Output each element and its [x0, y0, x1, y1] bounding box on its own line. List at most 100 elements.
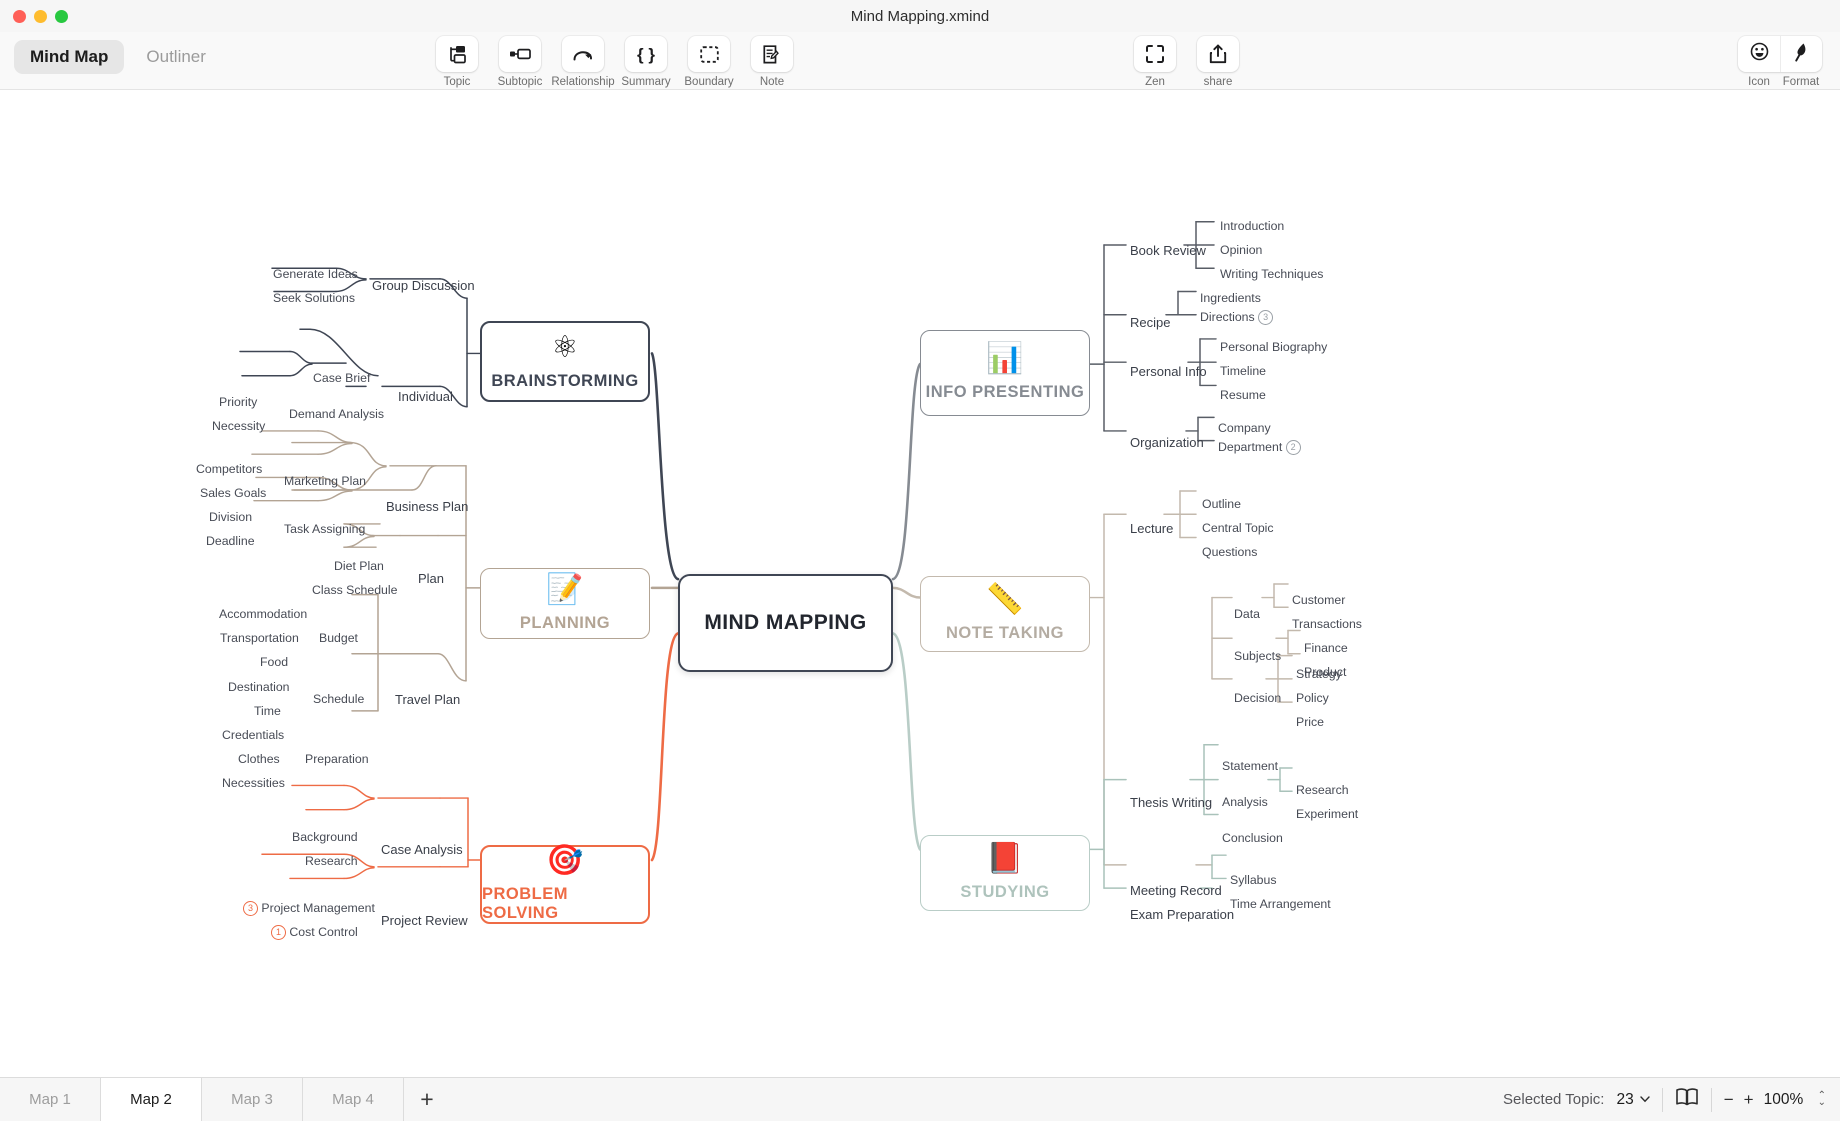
topic-individual[interactable]: Individual — [398, 390, 453, 403]
note-button[interactable]: Note — [745, 36, 799, 88]
topic-statement[interactable]: Statement — [1222, 760, 1278, 773]
topic-price[interactable]: Price — [1296, 716, 1324, 729]
map-tab-4[interactable]: Map 4 — [303, 1078, 404, 1121]
topic-business-plan[interactable]: Business Plan — [386, 500, 468, 513]
map-tab-3[interactable]: Map 3 — [202, 1078, 303, 1121]
topic-central-topic[interactable]: Central Topic — [1202, 522, 1274, 535]
topic-department[interactable]: Department 2 — [1218, 440, 1301, 455]
topic-organization[interactable]: Organization — [1130, 436, 1204, 449]
marker-count-3[interactable]: 3 — [1258, 310, 1274, 325]
topic-time-arrangement[interactable]: Time Arrangement — [1230, 898, 1331, 911]
topic-group-discussion[interactable]: Group Discussion — [372, 279, 475, 292]
format-panel-button[interactable] — [1780, 36, 1822, 72]
topic-conclusion[interactable]: Conclusion — [1222, 832, 1283, 845]
topic-data[interactable]: Data — [1234, 608, 1260, 621]
topic-priority[interactable]: Priority — [219, 396, 257, 409]
branch-note-taking[interactable]: 📏 NOTE TAKING — [920, 576, 1090, 652]
topic-sales-goals[interactable]: Sales Goals — [200, 487, 266, 500]
topic-directions[interactable]: Directions 3 — [1200, 310, 1274, 325]
topic-button[interactable]: Topic — [430, 36, 484, 88]
topic-strategy[interactable]: Strategy — [1296, 668, 1342, 681]
topic-resume[interactable]: Resume — [1220, 389, 1266, 402]
topic-timeline[interactable]: Timeline — [1220, 365, 1266, 378]
topic-division[interactable]: Division — [209, 511, 252, 524]
summary-button[interactable]: { } Summary — [619, 36, 673, 88]
zen-button[interactable]: Zen — [1128, 36, 1182, 88]
topic-decision[interactable]: Decision — [1234, 692, 1281, 705]
topic-plan[interactable]: Plan — [418, 572, 444, 585]
maximize-button[interactable] — [55, 9, 68, 23]
topic-destination[interactable]: Destination — [228, 681, 290, 694]
topic-class-schedule[interactable]: Class Schedule — [312, 584, 397, 597]
topic-transportation[interactable]: Transportation — [220, 632, 299, 645]
topic-deadline[interactable]: Deadline — [206, 535, 255, 548]
topic-case-brief[interactable]: Case Brief — [313, 372, 370, 385]
topic-food[interactable]: Food — [260, 656, 288, 669]
topic-seek-solutions[interactable]: Seek Solutions — [273, 292, 355, 305]
share-button[interactable]: share — [1191, 36, 1245, 88]
topic-budget[interactable]: Budget — [319, 632, 358, 645]
topic-lecture[interactable]: Lecture — [1130, 522, 1173, 535]
topic-transactions[interactable]: Transactions — [1292, 618, 1362, 631]
branch-studying[interactable]: 📕 STUDYING — [920, 835, 1090, 911]
marker-priority-3[interactable]: 3 — [243, 901, 258, 916]
topic-research-sub[interactable]: Research — [1296, 784, 1349, 797]
zoom-out-button[interactable]: − — [1724, 1090, 1734, 1110]
topic-outline[interactable]: Outline — [1202, 498, 1241, 511]
topic-clothes[interactable]: Clothes — [238, 753, 280, 766]
topic-necessity[interactable]: Necessity — [212, 420, 265, 433]
tab-outliner[interactable]: Outliner — [130, 40, 222, 74]
topic-project-review[interactable]: Project Review — [381, 914, 468, 927]
topic-background[interactable]: Background — [292, 831, 358, 844]
minimize-button[interactable] — [34, 9, 47, 23]
topic-questions[interactable]: Questions — [1202, 546, 1257, 559]
topic-syllabus[interactable]: Syllabus — [1230, 874, 1276, 887]
root-topic[interactable]: MIND MAPPING — [678, 574, 893, 672]
subtopic-button[interactable]: Subtopic — [493, 36, 547, 88]
topic-writing-techniques[interactable]: Writing Techniques — [1220, 268, 1323, 281]
branch-problem-solving[interactable]: 🎯 PROBLEM SOLVING — [480, 845, 650, 924]
topic-personal-biography[interactable]: Personal Biography — [1220, 341, 1327, 354]
topic-experiment[interactable]: Experiment — [1296, 808, 1358, 821]
tab-mind-map[interactable]: Mind Map — [14, 40, 125, 74]
mindmap-canvas[interactable]: MIND MAPPING ⚛ BRAINSTORMING 📝 PLANNING … — [0, 90, 1840, 1077]
topic-recipe[interactable]: Recipe — [1130, 316, 1170, 329]
topic-research[interactable]: Research — [305, 855, 358, 868]
branch-info-presenting[interactable]: 📊 INFO PRESENTING — [920, 330, 1090, 416]
close-button[interactable] — [13, 9, 26, 23]
topic-necessities[interactable]: Necessities — [222, 777, 285, 790]
topic-company[interactable]: Company — [1218, 422, 1271, 435]
topic-competitors[interactable]: Competitors — [196, 463, 262, 476]
topic-travel-plan[interactable]: Travel Plan — [395, 693, 460, 706]
topic-ingredients[interactable]: Ingredients — [1200, 292, 1261, 305]
topic-credentials[interactable]: Credentials — [222, 729, 284, 742]
outline-view-icon[interactable] — [1675, 1087, 1699, 1112]
zoom-in-button[interactable]: + — [1744, 1090, 1754, 1110]
topic-case-analysis[interactable]: Case Analysis — [381, 843, 463, 856]
topic-marketing-plan[interactable]: Marketing Plan — [284, 475, 366, 488]
topic-task-assigning[interactable]: Task Assigning — [284, 523, 365, 536]
add-map-button[interactable]: + — [404, 1078, 450, 1121]
boundary-button[interactable]: Boundary — [682, 36, 736, 88]
icon-panel-button[interactable] — [1738, 36, 1780, 72]
topic-schedule[interactable]: Schedule — [313, 693, 364, 706]
branch-brainstorming[interactable]: ⚛ BRAINSTORMING — [480, 321, 650, 402]
topic-accommodation[interactable]: Accommodation — [219, 608, 307, 621]
topic-exam-preparation[interactable]: Exam Preparation — [1130, 908, 1234, 921]
topic-subjects[interactable]: Subjects — [1234, 650, 1281, 663]
topic-policy[interactable]: Policy — [1296, 692, 1329, 705]
topic-time[interactable]: Time — [254, 705, 281, 718]
topic-project-management[interactable]: 3 Project Management — [243, 901, 375, 916]
marker-priority-1[interactable]: 1 — [271, 925, 286, 940]
topic-cost-control[interactable]: 1 Cost Control — [271, 925, 358, 940]
topic-introduction[interactable]: Introduction — [1220, 220, 1284, 233]
selected-topic-count[interactable]: 23 — [1616, 1091, 1650, 1109]
relationship-button[interactable]: Relationship — [551, 36, 615, 88]
map-tab-2[interactable]: Map 2 — [101, 1078, 202, 1121]
topic-demand-analysis[interactable]: Demand Analysis — [289, 408, 384, 421]
branch-planning[interactable]: 📝 PLANNING — [480, 568, 650, 639]
map-tab-1[interactable]: Map 1 — [0, 1078, 101, 1121]
marker-count-2[interactable]: 2 — [1285, 440, 1301, 455]
zoom-stepper[interactable]: ⌃ ⌄ — [1818, 1091, 1826, 1108]
topic-meeting-record[interactable]: Meeting Record — [1130, 884, 1222, 897]
